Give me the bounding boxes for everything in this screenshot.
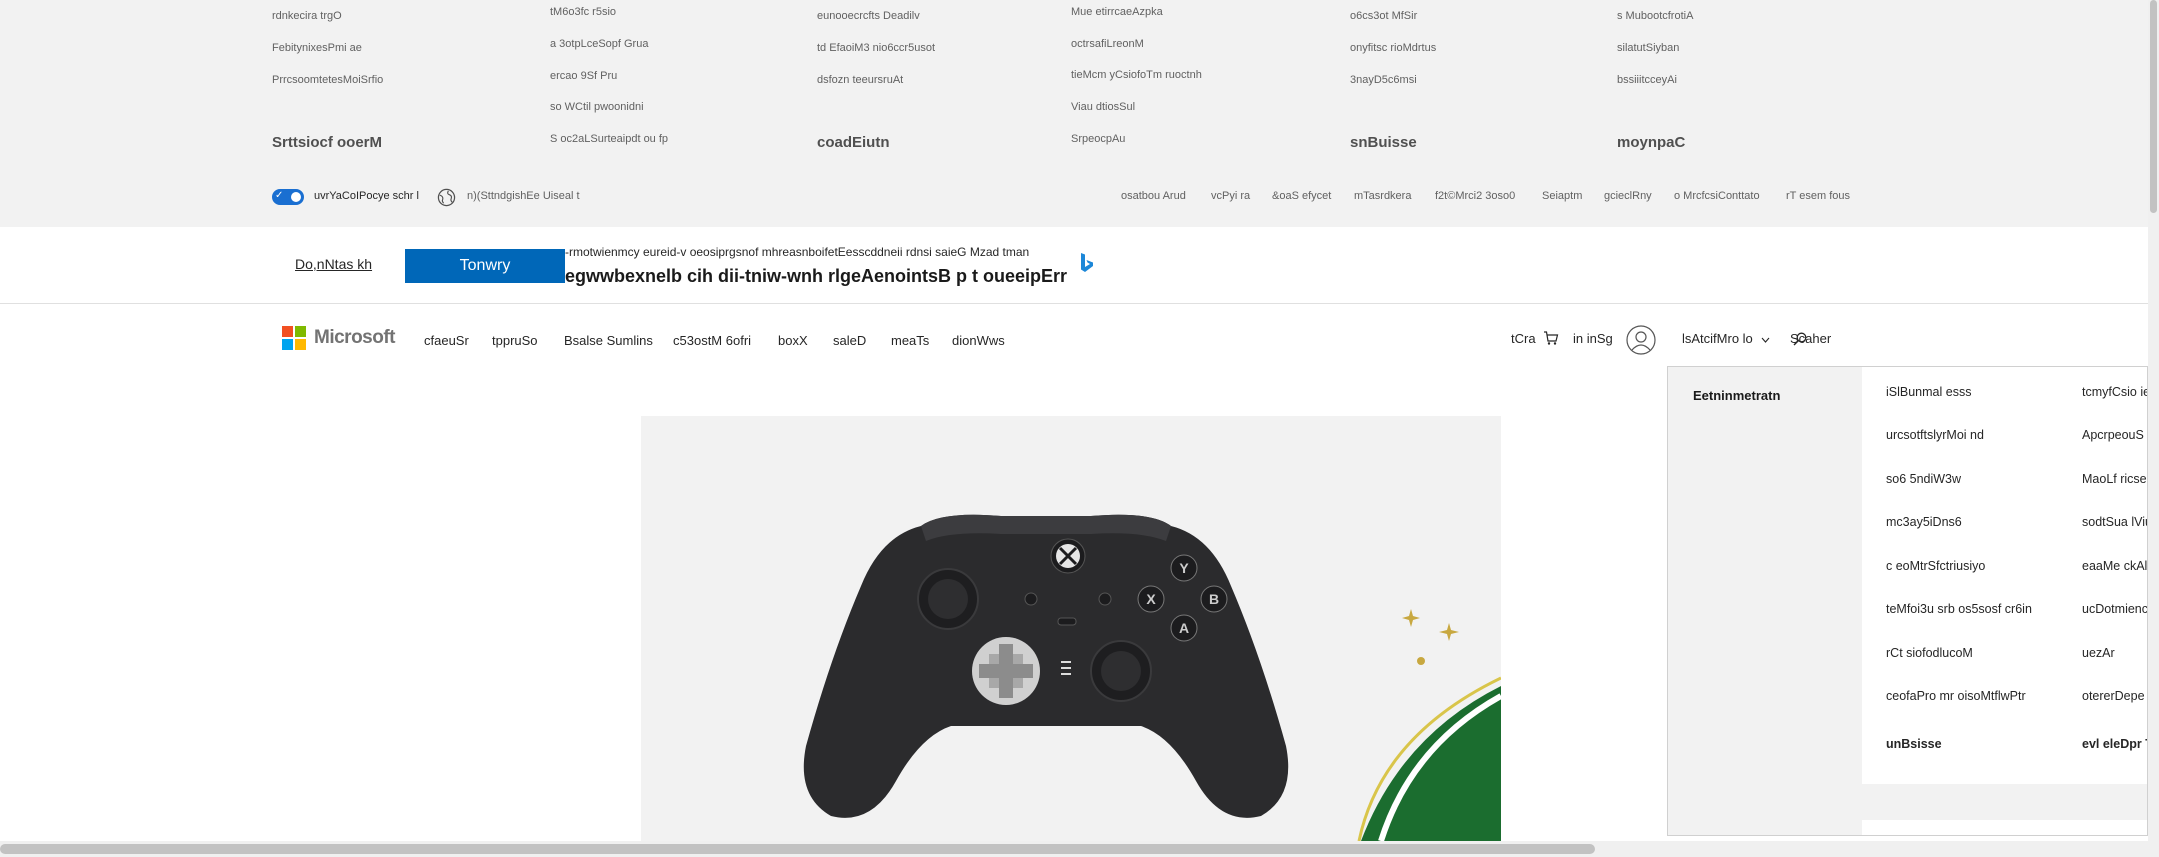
footer-legal-link[interactable]: gcieclRny [1604,190,1652,202]
all-microsoft-dropdown: Eetninmetratn iSlBunmal esss urcsotftsly… [1667,366,2148,836]
chevron-down-icon [1761,337,1770,343]
brand-name[interactable]: Microsoft [314,327,396,349]
footer-link[interactable]: bssiiitcceyAi [1617,74,1677,86]
footer-link[interactable]: a 3otpLceSopf Grua [550,38,648,50]
dropdown-link[interactable]: ApcrpeouS [2082,428,2144,442]
horizontal-scrollbar[interactable] [0,841,2148,857]
footer-link[interactable]: octrsafiLreonM [1071,38,1144,50]
hero-image: Y X B A [641,416,1501,841]
dismiss-link[interactable]: Do,nNtas kh [295,256,372,272]
globe-icon [437,188,456,207]
nav-item[interactable]: meaTs [891,333,929,348]
nav-item[interactable]: dionWws [952,333,1005,348]
footer-link[interactable]: SrpeocpAu [1071,133,1125,145]
footer-link[interactable]: Viau dtiosSul [1071,101,1135,113]
cart-icon[interactable] [1543,330,1559,346]
footer-link[interactable]: td EfaoiM3 nio6ccr5usot [817,42,935,54]
nav-item[interactable]: saleD [833,333,866,348]
footer-link[interactable]: silatutSiyban [1617,42,1679,54]
cart-link[interactable]: tCra [1511,331,1536,346]
dropdown-category-heading: Eetninmetratn [1693,388,1781,403]
vertical-scroll-thumb[interactable] [2150,0,2157,213]
footer-link[interactable]: S oc2aLSurteaipdt ou fp [550,133,668,145]
nav-item[interactable]: boxX [778,333,808,348]
dropdown-link[interactable]: ucDotmienc [2082,602,2147,616]
footer-legal-link[interactable]: f2t©Mrci2 3oso0 [1435,190,1515,202]
footer-column-heading: Srttsiocf ooerM [272,134,383,151]
try-now-button[interactable]: Tonwry [405,249,565,283]
dropdown-link[interactable]: c eoMtrSfctriusiyo [1886,559,1985,573]
microsoft-logo-icon[interactable] [282,326,306,350]
footer-link[interactable]: onyfitsc rioMdrtus [1350,42,1436,54]
dropdown-link[interactable]: mc3ay5iDns6 [1886,515,1962,529]
footer-link[interactable]: s MubootcfrotiA [1617,10,1693,22]
all-microsoft-menu[interactable]: lsAtcifMro lo [1682,331,1753,346]
nav-item[interactable]: Bsalse Sumlins [564,333,653,348]
dropdown-footer [1668,784,2147,820]
avatar-icon[interactable] [1626,325,1656,355]
check-icon: ✓ [275,190,284,201]
footer-legal-link[interactable]: o MrcfcsiConttato [1674,190,1760,202]
footer-column-heading: moynpaC [1617,134,1686,151]
dropdown-link[interactable]: tcmyfCsio ie [2082,385,2147,399]
dropdown-category-panel [1668,367,1862,835]
footer-legal-link[interactable]: osatbou Arud [1121,190,1186,202]
dropdown-link[interactable]: uezAr [2082,646,2115,660]
footer-column-heading: coadEiutn [817,134,890,151]
footer-link[interactable]: dsfozn teeursruAt [817,74,903,86]
dropdown-link[interactable]: rCt siofodlucoM [1886,646,1973,660]
footer-link[interactable]: o6cs3ot MfSir [1350,10,1417,22]
footer-link[interactable]: FebitynixesPmi ae [272,42,362,54]
footer-link[interactable]: 3nayD5c6msi [1350,74,1417,86]
footer-column-heading: snBuisse [1350,134,1417,151]
footer-link[interactable]: eunooecrcfts Deadilv [817,10,920,22]
svg-text:B: B [1209,591,1219,607]
dropdown-link[interactable]: MaoLf ricse [2082,472,2147,486]
dropdown-link[interactable]: otererDepe [2082,689,2145,703]
nav-item[interactable]: c53ostM 6ofri [673,333,751,348]
dropdown-section-heading[interactable]: unBsisse [1886,737,1942,751]
bing-icon [1081,253,1093,272]
nav-item[interactable]: tppruSo [492,333,538,348]
footer-link[interactable]: so WCtil pwoonidni [550,101,644,113]
footer-legal-link[interactable]: vcPyi ra [1211,190,1250,202]
banner-subtext: -rmotwienmcy eureid-v oeosiprgsnof mhrea… [565,245,1030,259]
xbox-controller-image: Y X B A [803,514,1501,841]
banner-headline: egwwbexnelb cih dii-tniw-wnh rlgeAenoint… [565,266,1068,286]
dropdown-link[interactable]: iSlBunmal esss [1886,385,1971,399]
footer-link[interactable]: ercao 9Sf Pru [550,70,617,82]
dropdown-link[interactable]: ceofaPro mr oisoMtflwPtr [1886,689,2026,703]
dropdown-link[interactable]: eaaMe ckAl [2082,559,2147,573]
svg-text:Y: Y [1179,560,1189,576]
dropdown-link[interactable]: so6 5ndiW3w [1886,472,1961,486]
footer-legal-link[interactable]: &oaS efycet [1272,190,1331,202]
footer-link[interactable]: Mue etirrcaeAzpka [1071,6,1163,18]
nav-item[interactable]: cfaeuSr [424,333,469,348]
footer-link[interactable]: tieMcm yCsiofoTm ruoctnh [1071,69,1202,81]
dropdown-section-heading[interactable]: evl eleDpr T [2082,737,2147,751]
search-icon[interactable] [1793,332,1807,346]
footer-legal-link[interactable]: mTasrdkera [1354,190,1411,202]
locale-selector[interactable]: n)(SttndgishEe Uiseal t [467,190,580,202]
horizontal-scroll-thumb[interactable] [0,844,1595,854]
footer-legal-link[interactable]: Seiaptm [1542,190,1582,202]
dropdown-link[interactable]: urcsotftslyrMoi nd [1886,428,1984,442]
dropdown-link[interactable]: sodtSua lViu [2082,515,2147,529]
footer-legal-link[interactable]: rT esem fous [1786,190,1850,202]
vertical-scrollbar[interactable] [2148,0,2159,857]
footer-link[interactable]: PrrcsoomtetesMoiSrfio [272,74,383,86]
footer-link[interactable]: tM6o3fc r5sio [550,6,616,18]
footer-link[interactable]: rdnkecira trgO [272,10,342,22]
sign-in-link[interactable]: in inSg [1573,331,1613,346]
svg-text:A: A [1179,620,1189,636]
dropdown-link[interactable]: teMfoi3u srb os5sosf cr6in [1886,602,2032,616]
privacy-choices-link[interactable]: uvrYaCoIPocye schr l [314,190,419,202]
svg-text:X: X [1146,591,1156,607]
